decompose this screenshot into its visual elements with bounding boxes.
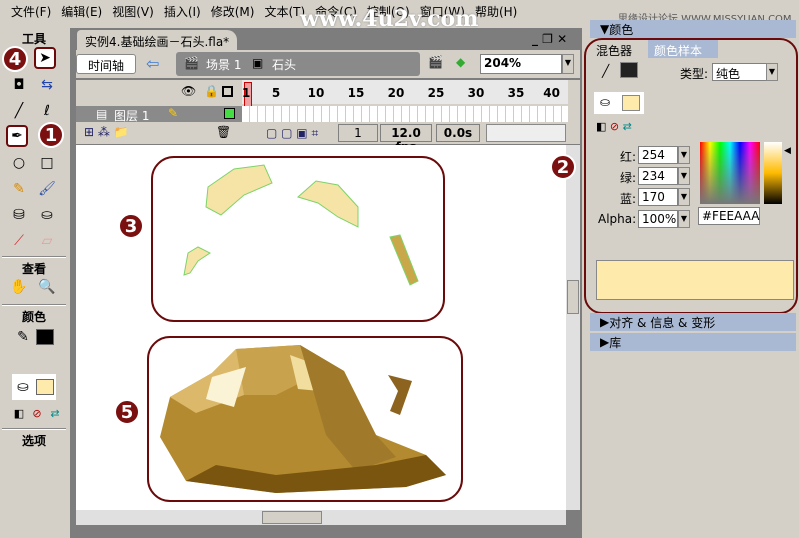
hscroll-thumb[interactable]: [262, 511, 322, 524]
window-controls[interactable]: _ ❐ ✕: [532, 32, 567, 46]
options-title: 选项: [21, 434, 46, 448]
align-panel-title: 对齐 & 信息 & 变形: [609, 315, 716, 330]
lock-icon[interactable]: 🔒: [204, 84, 219, 98]
watermark: www.4u2v.com: [300, 6, 479, 32]
menu-edit[interactable]: 编辑(E): [56, 0, 107, 20]
badge-5: 5: [114, 399, 140, 425]
rock-fragment: [388, 375, 412, 415]
vscroll-thumb[interactable]: [567, 280, 579, 314]
eyedropper-tool[interactable]: ⟋: [8, 230, 30, 252]
arrow-tool[interactable]: ➤: [34, 47, 56, 69]
pen-tool[interactable]: ✒: [6, 125, 28, 147]
layer-icon: ▤: [96, 107, 108, 121]
frame-number: 25: [427, 86, 445, 100]
frame-number: 30: [467, 86, 485, 100]
library-panel-header[interactable]: ▶ 库: [590, 333, 796, 351]
add-layer-icons[interactable]: ⊞ ⁂ 📁: [84, 125, 129, 139]
edit-bar: 时间轴 ⇦ 🎬 场景 1 ▣ 石头 🎬 ◆ 204% ▼: [76, 50, 580, 78]
paint-bucket-tool[interactable]: ⛀: [36, 204, 58, 226]
zoom-tool[interactable]: 🔍: [36, 276, 58, 298]
color-panel: 思缘设计论坛 WWW.MISSYUAN.COM ▼ 颜色 混色器 颜色样本 ╱ …: [550, 14, 799, 538]
frame-number: 15: [347, 86, 365, 100]
eraser-tool[interactable]: ▱: [36, 230, 58, 252]
badge-4: 4: [2, 46, 28, 72]
onion-skin-icons[interactable]: ▢ ▢ ▣ ⌗: [266, 126, 318, 141]
stone-outline-shape: [389, 234, 419, 286]
eye-icon[interactable]: 👁: [181, 84, 196, 98]
badge-1: 1: [38, 122, 64, 148]
scene-icon: 🎬: [184, 56, 199, 70]
stage[interactable]: 3 5: [76, 145, 566, 510]
stage-hscrollbar[interactable]: [76, 510, 566, 525]
frame-grid[interactable]: [242, 106, 568, 122]
layer-color-icon[interactable]: [224, 108, 235, 119]
stone-outline-shape: [183, 246, 211, 276]
brush-tool[interactable]: 🖌: [36, 178, 58, 200]
badge-3: 3: [118, 213, 144, 239]
frame-numbers: 1 5 10 15 20 25 30 35 40: [242, 86, 568, 100]
pencil-tool[interactable]: ✎: [8, 178, 30, 200]
frame-number: 20: [387, 86, 405, 100]
subselect-tool[interactable]: ◘: [8, 74, 30, 96]
breadcrumb-symbol[interactable]: 石头: [272, 56, 296, 73]
stage-vscrollbar[interactable]: [566, 145, 580, 510]
divider: [2, 304, 66, 306]
line-tool[interactable]: ╱: [8, 100, 30, 122]
tools-title: 工具: [21, 32, 46, 46]
library-panel-title: 库: [609, 335, 622, 350]
frame-number: 5: [271, 86, 281, 100]
back-arrow-icon[interactable]: ⇦: [146, 54, 159, 73]
menu-bar: 文件(F) 编辑(E) 视图(V) 插入(I) 修改(M) 文本(T) 命令(C…: [0, 0, 590, 20]
color-panel-title: 颜色: [609, 22, 634, 37]
menu-insert[interactable]: 插入(I): [159, 0, 206, 20]
color-panel-header[interactable]: ▼ 颜色: [590, 20, 796, 38]
rectangle-tool[interactable]: □: [36, 152, 58, 174]
frame-number: 10: [307, 86, 325, 100]
frame-rate[interactable]: 12.0 fps: [380, 124, 432, 154]
frame-number: 35: [507, 86, 525, 100]
divider: [2, 428, 66, 430]
badge-2: 2: [550, 154, 576, 180]
pencil-edit-icon: ✎: [168, 106, 179, 120]
free-transform-tool[interactable]: ⇆: [36, 74, 58, 96]
tools-panel: 工具 4 ➤ ◘ ⇆ ╱ ℓ ✒ 1 ○ □ ✎ 🖌 ⛁ ⛀ ⟋ ▱ 查看 ✋ …: [0, 22, 68, 538]
edit-scene-icon[interactable]: 🎬: [428, 55, 443, 69]
frame-number: 40: [543, 86, 560, 100]
zoom-select[interactable]: 204%: [480, 54, 562, 74]
fill-color-icon: ⛀: [17, 379, 29, 395]
document-tab[interactable]: 实例4.基础绘画－石头.fla*: [77, 30, 238, 50]
view-title: 查看: [21, 262, 46, 276]
layer-name[interactable]: 图层 1: [114, 107, 149, 124]
stone-outline-shape: [205, 164, 273, 216]
breadcrumb-scene[interactable]: 场景 1: [206, 56, 241, 73]
stone-outline-shape: [296, 180, 359, 228]
divider: [2, 256, 66, 258]
outline-icon[interactable]: [222, 86, 233, 97]
symbol-icon: ▣: [252, 56, 264, 70]
menu-file[interactable]: 文件(F): [6, 0, 56, 20]
timeline: 👁 🔒 1 5 10 15 20 25 30 35 40 ▤ 图层 1 ✎ ⊞ …: [76, 80, 580, 154]
menu-view[interactable]: 视图(V): [107, 0, 159, 20]
stroke-color-swatch[interactable]: [36, 329, 54, 345]
zoom-dropdown-arrow[interactable]: ▼: [562, 54, 574, 74]
current-frame: 1: [338, 124, 378, 142]
elapsed-time: 0.0s: [436, 124, 480, 142]
stage-artwork: [147, 156, 463, 502]
lasso-tool[interactable]: ℓ: [36, 100, 58, 122]
color-title: 颜色: [21, 310, 46, 324]
frame-number: 1: [242, 86, 251, 100]
fill-color-swatch[interactable]: [36, 379, 54, 395]
edit-symbol-icon[interactable]: ◆: [456, 55, 465, 69]
timeline-button[interactable]: 时间轴: [76, 54, 136, 74]
timeline-hscrollbar[interactable]: [486, 124, 566, 142]
ink-bottle-tool[interactable]: ⛁: [8, 204, 30, 226]
oval-tool[interactable]: ○: [8, 152, 30, 174]
swap-colors-icon[interactable]: ⇄: [44, 402, 66, 424]
highlight-frame: [584, 38, 798, 314]
delete-layer-icon[interactable]: 🗑: [216, 125, 231, 139]
menu-modify[interactable]: 修改(M): [206, 0, 260, 20]
hand-tool[interactable]: ✋: [8, 276, 30, 298]
stroke-color-icon: ✎: [17, 329, 29, 345]
align-panel-header[interactable]: ▶ 对齐 & 信息 & 变形: [590, 313, 796, 331]
